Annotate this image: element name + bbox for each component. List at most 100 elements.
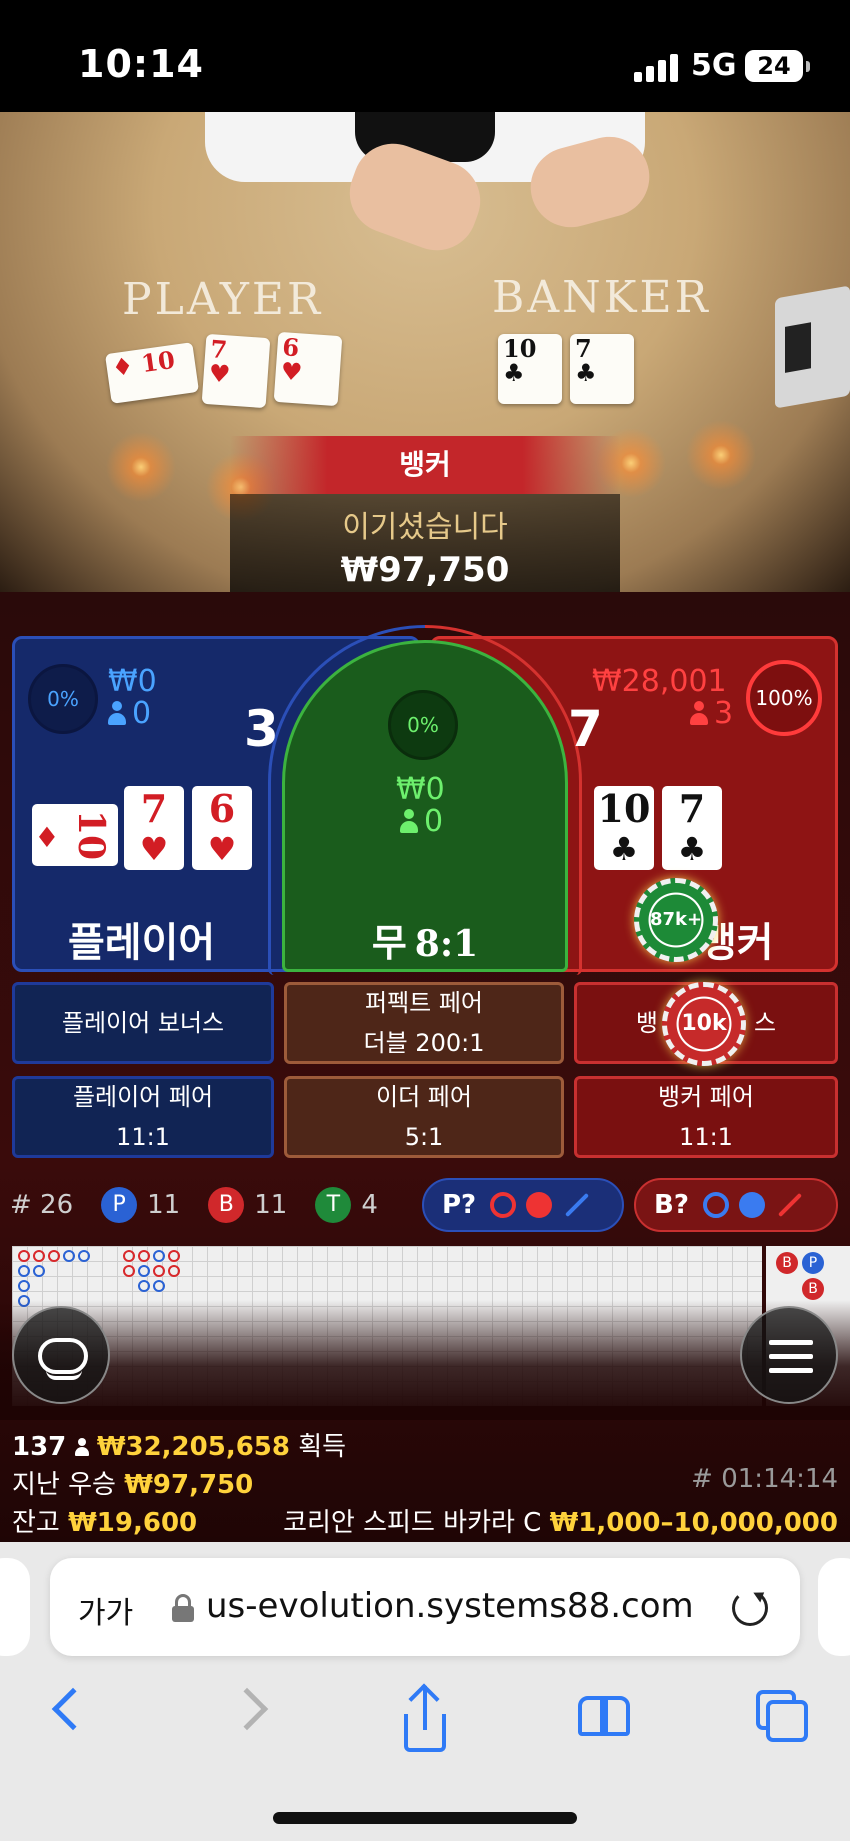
roadmap-mark	[63, 1250, 75, 1262]
total-winnings-line: 137 ₩32,205,658 획득	[12, 1432, 347, 1462]
big-eye-icon	[490, 1192, 517, 1218]
player-card: ♦ 10	[32, 804, 118, 866]
live-video: PLAYER BANKER ♦ 10 7 ♥ 6 ♥ 10 ♣ 7 ♣ 뱅커 이기셨습니…	[0, 112, 850, 592]
roadmap-mark	[153, 1265, 165, 1277]
roadmap-mark	[138, 1265, 150, 1277]
table-banker-label: BANKER	[492, 272, 711, 323]
table-card: 7 ♥	[201, 333, 271, 409]
banker-bonus-chip[interactable]: 10k	[662, 982, 746, 1066]
banker-badge: B	[208, 1187, 245, 1223]
player-percent: 0%	[28, 664, 98, 734]
player-bonus-button[interactable]: 플레이어 보너스	[12, 982, 274, 1064]
roadmap-mark	[153, 1280, 165, 1292]
win-amount: ₩97,750	[340, 550, 510, 590]
status-bar: 10:14 5G 24	[0, 0, 850, 112]
roadmap-mark	[138, 1250, 150, 1262]
network-label: 5G	[691, 48, 737, 83]
player-predict-button[interactable]: P?	[422, 1178, 624, 1232]
url-text[interactable]: us-evolution.systems88.com	[206, 1586, 694, 1626]
home-indicator	[273, 1812, 577, 1824]
banker-bettor-count: 3	[690, 696, 733, 731]
perfect-pair-button[interactable]: 퍼펙트 페어 더블 200:1	[284, 982, 564, 1064]
tie-bet-amount: ₩0	[396, 772, 445, 807]
roadmap-mark	[123, 1265, 135, 1277]
banker-score: 7	[568, 700, 603, 758]
banker-card: 7 ♣	[662, 786, 722, 870]
banker-card: 10 ♣	[594, 786, 654, 870]
table-limits-line: 코리안 스피드 바카라 C ₩1,000–10,000,000	[283, 1508, 838, 1538]
previous-tab-peek[interactable]	[0, 1558, 30, 1656]
small-road-icon	[738, 1192, 765, 1218]
roadmap-mark	[153, 1250, 165, 1262]
roadmap-mark	[123, 1250, 135, 1262]
tie-percent: 0%	[388, 690, 458, 760]
result-banner: 이기셨습니다 ₩97,750	[230, 494, 620, 592]
tabs-icon[interactable]	[766, 1700, 808, 1742]
table-card: 6 ♥	[273, 331, 343, 407]
card-shoe	[775, 285, 850, 409]
last-win-line: 지난 우승 ₩97,750	[12, 1470, 254, 1500]
player-card: 6 ♥	[192, 786, 252, 870]
menu-icon	[769, 1340, 813, 1374]
banker-predict-button[interactable]: B?	[634, 1178, 838, 1232]
roadmap-mark	[18, 1250, 30, 1262]
person-icon	[74, 1438, 89, 1456]
game-info: 137 ₩32,205,658 획득 지난 우승 ₩97,750 # 01:14…	[0, 1420, 850, 1540]
person-icon	[400, 809, 418, 833]
small-road-icon	[526, 1192, 553, 1218]
road-stats: # 26 P 11 B 11 T4	[10, 1180, 406, 1230]
person-icon	[690, 701, 708, 725]
signal-icon	[634, 54, 680, 82]
text-size-button[interactable]: 가가	[78, 1588, 133, 1632]
table-card: 10 ♣	[498, 334, 562, 404]
player-title: 플레이어	[68, 920, 216, 966]
roadmap-mark	[78, 1250, 90, 1262]
player-wins-count: 11	[147, 1190, 181, 1220]
player-bet-amount: ₩0	[108, 664, 157, 699]
roadmap-mark	[18, 1280, 30, 1292]
player-card: 7 ♥	[124, 786, 184, 870]
menu-button[interactable]	[740, 1306, 838, 1404]
roadmap-mark	[138, 1280, 150, 1292]
sparkle	[96, 422, 186, 512]
round-number: # 26	[10, 1190, 74, 1220]
balance-line: 잔고 ₩19,600	[12, 1508, 198, 1538]
result-winner: 뱅커	[230, 436, 620, 494]
cockroach-icon	[777, 1192, 802, 1218]
tie-bettor-count: 0	[400, 804, 443, 839]
status-time: 10:14	[78, 42, 204, 86]
table-player-label: PLAYER	[122, 274, 324, 325]
tie-title: 무 8:1	[371, 921, 479, 965]
banker-percent: 100%	[746, 660, 822, 736]
tie-badge: T	[315, 1187, 352, 1223]
player-pair-button[interactable]: 플레이어 페어 11:1	[12, 1076, 274, 1158]
person-icon	[108, 701, 126, 725]
next-tab-peek[interactable]	[818, 1558, 850, 1656]
player-badge: P	[101, 1187, 138, 1223]
roadmap-mark	[48, 1250, 60, 1262]
banker-chip-stack[interactable]: 87k+	[634, 878, 718, 962]
reload-icon[interactable]	[732, 1590, 768, 1626]
win-message: 이기셨습니다	[342, 510, 508, 545]
roadmap-mark	[33, 1250, 45, 1262]
big-eye-icon	[702, 1192, 729, 1218]
table-card: ♦ 10	[104, 342, 200, 404]
roadmap-mark	[33, 1265, 45, 1277]
chat-button[interactable]	[12, 1306, 110, 1404]
chat-icon	[38, 1338, 88, 1380]
table-card: 7 ♣	[570, 334, 634, 404]
banker-wins-count: 11	[254, 1190, 288, 1220]
either-pair-button[interactable]: 이더 페어 5:1	[284, 1076, 564, 1158]
sparkle	[676, 410, 766, 500]
banker-pair-button[interactable]: 뱅커 페어 11:1	[574, 1076, 838, 1158]
tie-count: 4	[361, 1190, 378, 1220]
player-score: 3	[244, 700, 279, 758]
player-bettor-count: 0	[108, 696, 151, 731]
lock-icon	[172, 1594, 194, 1622]
cockroach-icon	[565, 1192, 590, 1218]
roadmap-mark	[18, 1265, 30, 1277]
banker-bet-amount: ₩28,001	[592, 664, 727, 699]
bookmarks-icon[interactable]	[578, 1696, 632, 1738]
roadmap-mark	[168, 1265, 180, 1277]
battery-icon: 24	[745, 50, 810, 82]
